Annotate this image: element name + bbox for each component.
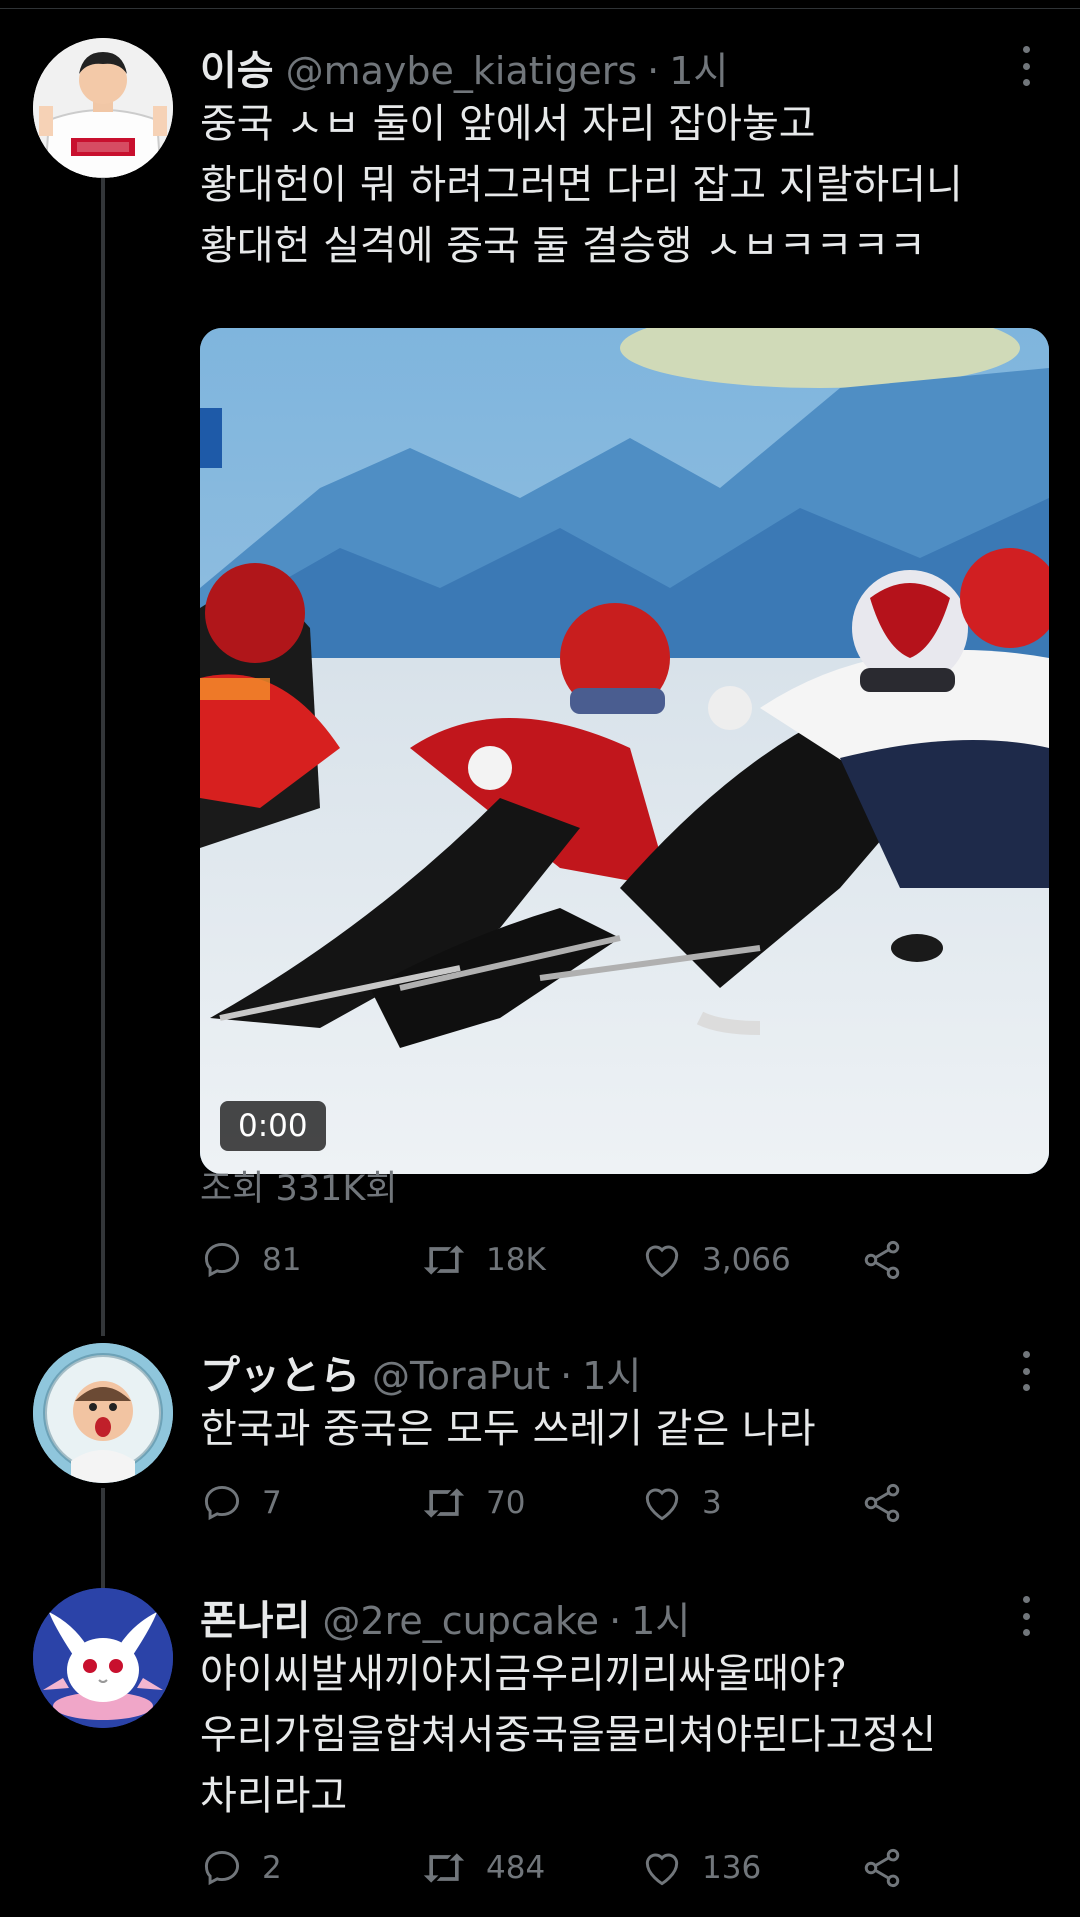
reply-icon bbox=[204, 1485, 240, 1521]
tweet-header: 폰나리 @2re_cupcake · 1시 bbox=[200, 1588, 690, 1644]
retweet-count: 70 bbox=[486, 1485, 526, 1521]
user-handle[interactable]: @maybe_kiatigers bbox=[286, 49, 638, 93]
retweet-button[interactable]: 70 bbox=[420, 1478, 525, 1528]
like-icon bbox=[645, 1853, 679, 1886]
reply-button[interactable]: 7 bbox=[200, 1478, 282, 1528]
action-bar: 81 18K 3,066 bbox=[200, 1235, 960, 1285]
display-name[interactable]: 폰나리 bbox=[200, 1588, 310, 1646]
video-duration: 0:00 bbox=[220, 1101, 326, 1151]
more-icon[interactable] bbox=[1010, 46, 1042, 86]
tweet[interactable]: 이승 @maybe_kiatigers · 1시 중국 ㅅㅂ 둘이 앞에서 자리… bbox=[0, 38, 1080, 1308]
action-bar: 2 484 136 bbox=[200, 1843, 960, 1893]
tweet-text: 중국 ㅅㅂ 둘이 앞에서 자리 잡아놓고 황대헌이 뭐 하려그러면 다리 잡고 … bbox=[200, 94, 963, 277]
tweet-header: プッとら @ToraPut · 1시 bbox=[200, 1343, 641, 1399]
separator: · bbox=[609, 1599, 622, 1643]
share-icon bbox=[864, 1483, 900, 1523]
share-button[interactable] bbox=[860, 1843, 922, 1893]
tweet-text-line: 황대헌이 뭐 하려그러면 다리 잡고 지랄하더니 bbox=[200, 162, 963, 208]
reply-count: 2 bbox=[262, 1850, 282, 1886]
retweet-icon bbox=[423, 1245, 465, 1275]
separator: · bbox=[647, 49, 660, 93]
retweet-icon bbox=[423, 1488, 465, 1518]
tweet-header: 이승 @maybe_kiatigers · 1시 bbox=[200, 38, 728, 94]
timestamp[interactable]: 1시 bbox=[582, 1345, 641, 1400]
view-count: 조회 331K회 bbox=[200, 1169, 398, 1209]
tweet[interactable]: 폰나리 @2re_cupcake · 1시 야이씨발새끼야지금우리끼리싸울때야?… bbox=[0, 1588, 1080, 1888]
separator: · bbox=[560, 1354, 573, 1398]
retweet-count: 484 bbox=[486, 1850, 546, 1886]
share-button[interactable] bbox=[860, 1478, 922, 1528]
like-count: 3,066 bbox=[702, 1242, 791, 1278]
reply-count: 81 bbox=[262, 1242, 302, 1278]
display-name[interactable]: 이승 bbox=[200, 38, 274, 96]
tweet[interactable]: プッとら @ToraPut · 1시 한국과 중국은 모두 쓰레기 같은 나라 … bbox=[0, 1343, 1080, 1523]
like-button[interactable]: 3,066 bbox=[640, 1235, 791, 1285]
reply-icon bbox=[204, 1242, 240, 1278]
retweet-button[interactable]: 484 bbox=[420, 1843, 545, 1893]
video-player[interactable]: 0:00 bbox=[200, 328, 1049, 1174]
tweet-text-line: 야이씨발새끼야지금우리끼리싸울때야? bbox=[200, 1651, 847, 1697]
like-button[interactable]: 3 bbox=[640, 1478, 722, 1528]
tweet-text-line: 중국 ㅅㅂ 둘이 앞에서 자리 잡아놓고 bbox=[200, 101, 816, 147]
retweet-icon bbox=[423, 1853, 465, 1883]
avatar[interactable] bbox=[33, 1343, 173, 1483]
share-icon bbox=[864, 1240, 900, 1280]
retweet-button[interactable]: 18K bbox=[420, 1235, 546, 1285]
top-divider bbox=[0, 8, 1080, 9]
share-icon bbox=[864, 1848, 900, 1888]
tweet-text-line: 우리가힘을합쳐서중국을물리쳐야된다고정신 bbox=[200, 1712, 936, 1758]
more-icon[interactable] bbox=[1010, 1596, 1042, 1636]
share-button[interactable] bbox=[860, 1235, 922, 1285]
tweet-text-line: 황대헌 실격에 중국 둘 결승행 ㅅㅂㅋㅋㅋㅋ bbox=[200, 223, 926, 269]
reply-count: 7 bbox=[262, 1485, 282, 1521]
like-button[interactable]: 136 bbox=[640, 1843, 761, 1893]
like-count: 136 bbox=[702, 1850, 762, 1886]
reply-button[interactable]: 2 bbox=[200, 1843, 282, 1893]
tweet-text: 야이씨발새끼야지금우리끼리싸울때야? 우리가힘을합쳐서중국을물리쳐야된다고정신 … bbox=[200, 1644, 936, 1827]
timestamp[interactable]: 1시 bbox=[669, 40, 728, 95]
video-thumbnail bbox=[200, 328, 1049, 1174]
action-bar: 7 70 3 bbox=[200, 1478, 960, 1528]
like-icon bbox=[645, 1488, 679, 1521]
avatar[interactable] bbox=[33, 38, 173, 178]
user-handle[interactable]: @2re_cupcake bbox=[322, 1599, 599, 1643]
tweet-text-line: 차리라고 bbox=[200, 1773, 348, 1819]
tweet-text-line: 한국과 중국은 모두 쓰레기 같은 나라 bbox=[200, 1406, 816, 1452]
reply-icon bbox=[204, 1850, 240, 1886]
retweet-count: 18K bbox=[486, 1242, 546, 1278]
tweet-text: 한국과 중국은 모두 쓰레기 같은 나라 bbox=[200, 1399, 816, 1460]
avatar[interactable] bbox=[33, 1588, 173, 1728]
user-handle[interactable]: @ToraPut bbox=[372, 1354, 550, 1398]
like-icon bbox=[645, 1245, 679, 1278]
reply-button[interactable]: 81 bbox=[200, 1235, 301, 1285]
like-count: 3 bbox=[702, 1485, 722, 1521]
more-icon[interactable] bbox=[1010, 1351, 1042, 1391]
timestamp[interactable]: 1시 bbox=[631, 1590, 690, 1645]
display-name[interactable]: プッとら bbox=[200, 1343, 360, 1401]
